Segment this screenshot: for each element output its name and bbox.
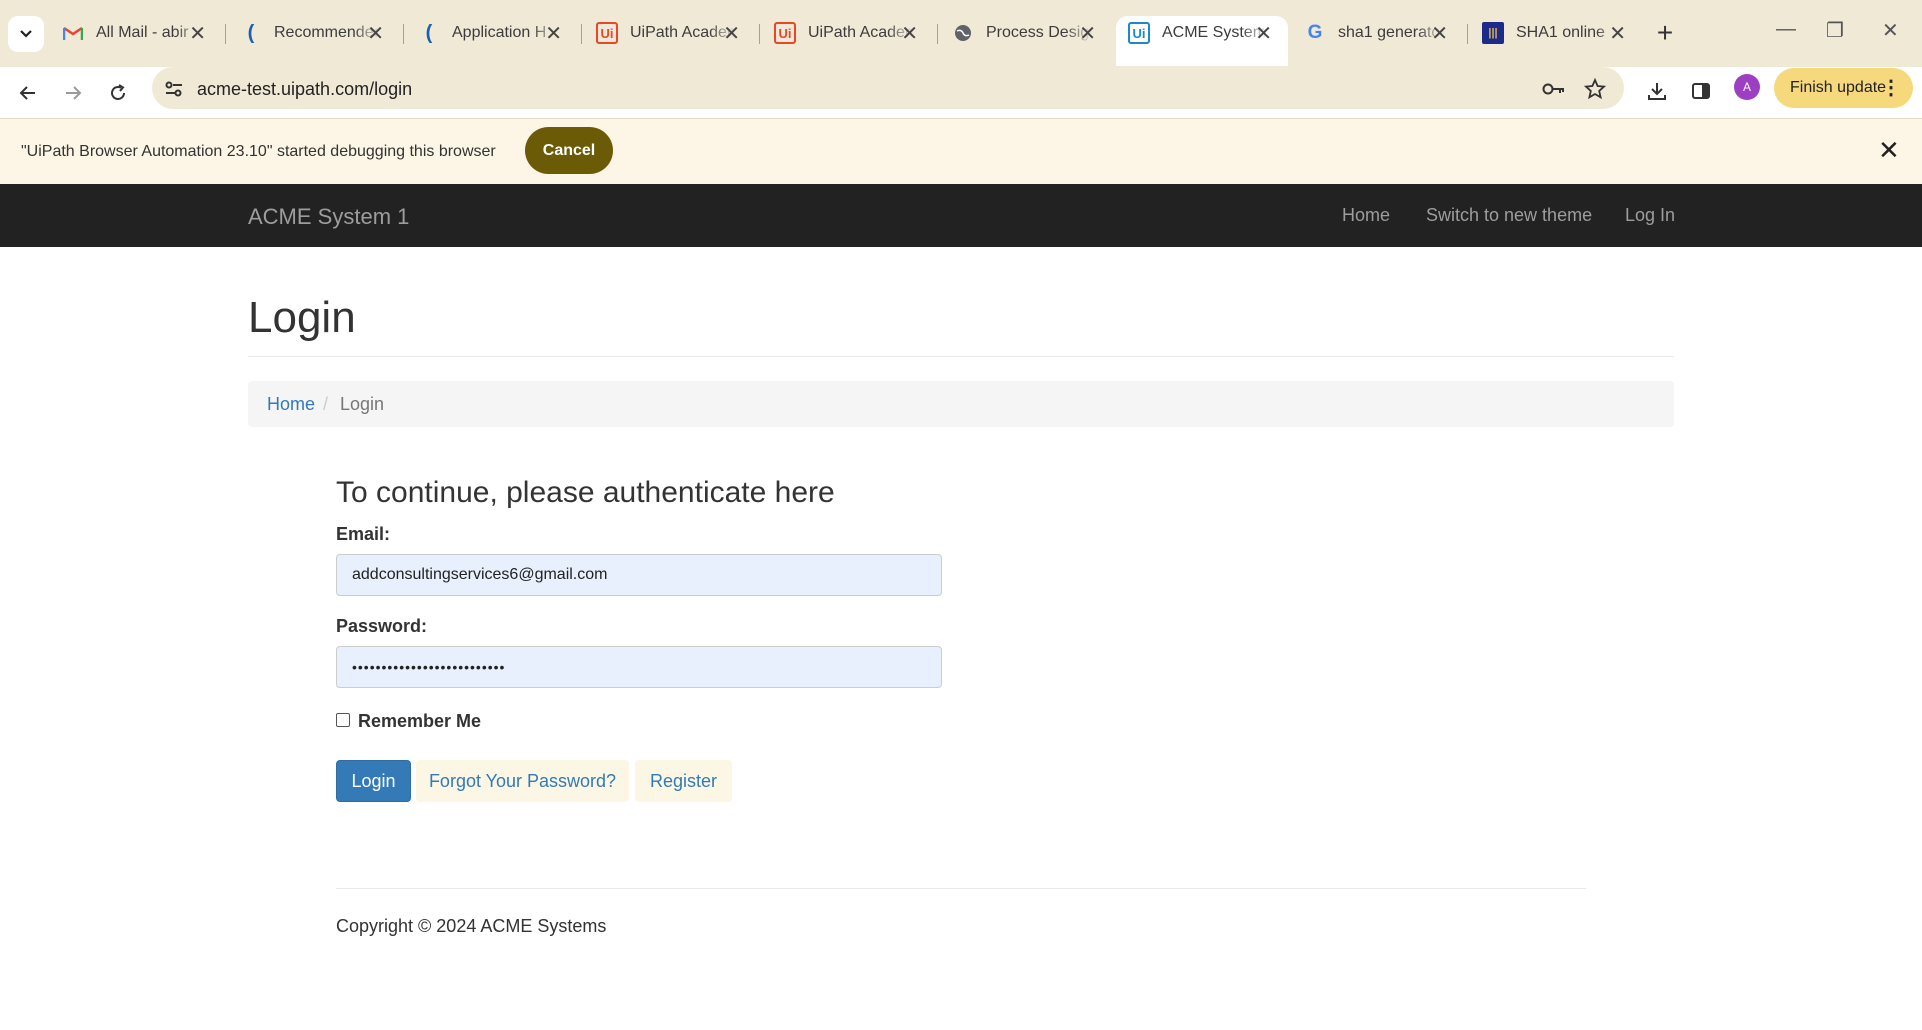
close-tab-icon[interactable]: ✕ <box>1255 24 1272 44</box>
tab-separator <box>581 24 582 44</box>
back-button[interactable] <box>10 75 46 111</box>
tab-separator <box>225 24 226 44</box>
tab-label: Application H <box>452 24 547 41</box>
back-arrow-icon <box>19 86 35 100</box>
google-icon: G <box>1307 22 1323 43</box>
tab-label: UiPath Academy <box>630 24 736 41</box>
tab-label: ACME System <box>1162 24 1267 41</box>
bookmark-star-icon[interactable] <box>1583 77 1607 101</box>
globe-icon <box>952 22 974 44</box>
reload-icon <box>111 84 125 100</box>
tab-label: Process Design <box>986 24 1092 41</box>
site-brand[interactable]: ACME System 1 <box>248 204 409 230</box>
gmail-icon <box>62 22 84 44</box>
tab-separator <box>1467 24 1468 44</box>
close-tab-icon[interactable]: ✕ <box>723 24 740 44</box>
site-settings-icon[interactable] <box>162 77 186 101</box>
tab-search-button[interactable] <box>8 16 44 52</box>
minimize-icon[interactable]: — <box>1776 18 1796 41</box>
breadcrumb: Home / Login <box>248 381 1674 427</box>
close-tab-icon[interactable]: ✕ <box>1431 24 1448 44</box>
sha1-site-icon: ||| <box>1482 22 1504 44</box>
address-bar[interactable]: acme-test.uipath.com/login <box>152 67 1624 109</box>
debugging-infobar: "UiPath Browser Automation 23.10" starte… <box>0 118 1922 184</box>
close-tab-icon[interactable]: ✕ <box>1609 24 1626 44</box>
download-icon[interactable] <box>1642 76 1672 106</box>
email-field[interactable]: addconsultingservices6@gmail.com <box>336 554 942 596</box>
more-menu-icon[interactable]: ⋮ <box>1881 68 1901 108</box>
close-tab-icon[interactable]: ✕ <box>189 24 206 44</box>
k-logo-icon: ( <box>425 21 433 44</box>
finish-update-label: Finish update <box>1790 79 1887 96</box>
register-link[interactable]: Register <box>635 760 732 802</box>
reload-button[interactable] <box>100 75 136 111</box>
remember-me-checkbox[interactable] <box>336 713 350 727</box>
tab-gmail[interactable]: All Mail - abir ✕ <box>50 16 222 66</box>
tab-application[interactable]: ( Application H ✕ <box>406 16 578 66</box>
tab-sha1-generator[interactable]: G sha1 generator ✕ <box>1292 16 1464 66</box>
breadcrumb-separator: / <box>323 394 329 414</box>
tab-acme-system[interactable]: Ui ACME System ✕ <box>1116 16 1288 66</box>
tab-separator <box>937 24 938 44</box>
tab-strip: All Mail - abir ✕ ( Recommended ✕ ( Appl… <box>0 0 1922 67</box>
copyright-text: Copyright © 2024 ACME Systems <box>336 916 607 936</box>
tab-uipath-academy-2[interactable]: Ui UiPath Academy ✕ <box>762 16 934 66</box>
new-tab-button[interactable]: + <box>1650 17 1680 51</box>
nav-login-link[interactable]: Log In <box>1625 205 1675 226</box>
k-logo-icon: ( <box>247 21 255 44</box>
close-tab-icon[interactable]: ✕ <box>901 24 918 44</box>
email-label: Email: <box>336 524 391 544</box>
tab-label: UiPath Academy <box>808 24 914 41</box>
site-navbar: ACME System 1 Home Switch to new theme L… <box>0 184 1922 247</box>
nav-home-link[interactable]: Home <box>1342 205 1390 226</box>
uipath-icon: Ui <box>774 22 796 44</box>
cancel-debugging-button[interactable]: Cancel <box>525 127 613 174</box>
tab-separator <box>403 24 404 44</box>
tab-recommended[interactable]: ( Recommended ✕ <box>228 16 400 66</box>
tab-uipath-academy-1[interactable]: Ui UiPath Academy ✕ <box>584 16 756 66</box>
close-tab-icon[interactable]: ✕ <box>367 24 384 44</box>
close-infobar-icon[interactable]: ✕ <box>1878 137 1900 163</box>
forward-arrow-icon <box>66 86 82 100</box>
auth-heading: To continue, please authenticate here <box>336 476 835 509</box>
nav-switch-theme-link[interactable]: Switch to new theme <box>1426 205 1592 226</box>
close-tab-icon[interactable]: ✕ <box>1079 24 1096 44</box>
uipath-blue-icon: Ui <box>1128 22 1150 44</box>
password-field[interactable]: •••••••••••••••••••••••••• <box>336 646 942 688</box>
tab-label: SHA1 online <box>1516 24 1605 41</box>
forward-button[interactable] <box>55 75 91 111</box>
url-text: acme-test.uipath.com/login <box>197 79 413 99</box>
footer-divider <box>336 888 1586 889</box>
finish-update-button[interactable]: Finish update ⋮ <box>1774 68 1913 108</box>
close-tab-icon[interactable]: ✕ <box>545 24 562 44</box>
forgot-password-link[interactable]: Forgot Your Password? <box>416 760 629 802</box>
key-icon[interactable] <box>1542 77 1566 101</box>
title-divider <box>248 356 1674 357</box>
side-panel-icon[interactable] <box>1686 76 1716 106</box>
remember-me-label[interactable]: Remember Me <box>358 711 481 732</box>
uipath-icon: Ui <box>596 22 618 44</box>
restore-icon[interactable]: ❐ <box>1826 18 1844 43</box>
chevron-down-icon <box>20 30 32 38</box>
breadcrumb-current: Login <box>340 394 385 414</box>
tab-label: sha1 generator <box>1338 24 1444 41</box>
close-window-icon[interactable]: ✕ <box>1882 18 1899 43</box>
tab-process-design[interactable]: Process Design ✕ <box>940 16 1112 66</box>
password-label: Password: <box>336 616 428 636</box>
page-title: Login <box>248 293 356 342</box>
profile-avatar[interactable]: A <box>1734 74 1760 100</box>
tab-label: Recommended <box>274 24 380 41</box>
tab-label: All Mail - abir <box>96 24 189 41</box>
breadcrumb-home-link[interactable]: Home <box>267 394 315 415</box>
login-button[interactable]: Login <box>336 760 411 802</box>
tab-sha1-online[interactable]: ||| SHA1 online ✕ <box>1470 16 1642 66</box>
tab-separator <box>759 24 760 44</box>
infobar-message: "UiPath Browser Automation 23.10" starte… <box>21 143 496 160</box>
